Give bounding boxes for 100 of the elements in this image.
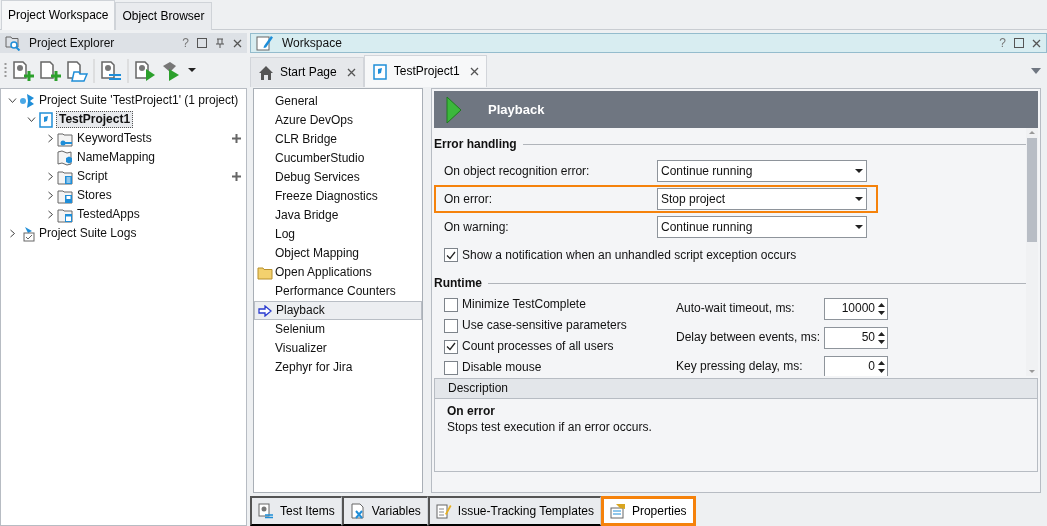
checkmark-icon [446,342,456,351]
checkbox[interactable] [444,297,458,312]
dropdown-field[interactable]: Stop project [657,188,867,210]
field-label: On object recognition error: [444,163,591,179]
checkbox-label: Show a notification when an unhandled script exception occurs [462,247,797,263]
help-button[interactable]: ? [182,35,189,51]
close-icon[interactable] [346,68,356,77]
tab-list-icon[interactable] [1031,68,1041,74]
tree-item[interactable]: TestedApps [75,207,142,222]
project-icon [371,63,388,80]
category-item[interactable]: Playback [254,301,422,320]
pin-icon[interactable] [215,38,225,48]
maximize-icon[interactable] [1014,38,1024,48]
new-project-icon[interactable] [12,59,34,82]
spin-arrows-icon[interactable] [878,331,885,344]
home-icon [258,64,274,81]
category-item[interactable]: Visualizer [254,339,422,358]
checkbox[interactable] [444,360,458,375]
section-title: Error handling [434,136,517,152]
properties-icon [609,503,626,519]
category-item[interactable]: Performance Counters [254,282,422,301]
field-label: Auto-wait timeout, ms: [676,301,796,316]
folder-window-icon [57,206,73,223]
panel-tab[interactable]: Object Browser [115,2,212,30]
selection-arrow-icon [258,304,272,317]
panel-title: Workspace [282,35,343,51]
category-item[interactable]: Freeze Diagnostics [254,187,422,206]
checkbox-label: Minimize TestComplete [462,297,586,312]
checkbox[interactable] [444,248,458,262]
close-icon[interactable] [469,67,479,76]
run-project-icon[interactable] [134,59,156,82]
spin-arrows-icon[interactable] [878,360,885,373]
checkbox[interactable] [444,318,458,333]
document-tab[interactable]: TestProject1 [363,55,487,87]
category-item[interactable]: Java Bridge [254,206,422,225]
tree-item[interactable]: Project Suite 'TestProject1' (1 project) [37,93,241,108]
template-pencil-icon [435,503,452,519]
tree-item[interactable]: Project Suite Logs [37,226,139,241]
field-label: On warning: [444,219,510,235]
caret-icon[interactable] [855,196,863,202]
caret-icon[interactable] [188,68,196,73]
new-document-icon[interactable] [39,59,61,82]
category-item[interactable]: Log [254,225,422,244]
panel-tab[interactable]: Variables [341,496,428,526]
explorer-search-icon [5,35,21,51]
variable-icon [349,503,366,519]
map-cube-icon [57,149,73,166]
category-item[interactable]: Zephyr for Jira [254,358,422,377]
field-label: Delay between events, ms: [676,330,822,345]
section-title: Runtime [434,275,482,291]
category-item[interactable]: Debug Services [254,168,422,187]
tree-item[interactable]: Stores [75,188,114,203]
maximize-icon[interactable] [197,38,207,48]
number-field[interactable]: 10000 [824,297,888,320]
toolbar-grip-icon [4,61,7,80]
checkmark-icon [446,250,456,260]
checkbox[interactable] [444,339,458,354]
panel-tab[interactable]: Issue-Tracking Templates [427,496,601,526]
dropdown-field[interactable]: Continue running [657,160,867,182]
checkbox-label: Count processes of all users [462,339,614,354]
add-icon[interactable] [232,172,241,181]
spin-arrows-icon[interactable] [878,302,885,315]
edit-window-icon [256,35,274,51]
category-item[interactable]: Azure DevOps [254,111,422,130]
folder-key-icon [57,130,73,147]
project-suite-icon [19,92,35,109]
panel-title: Description [448,381,509,396]
number-field[interactable]: 0 [824,355,888,376]
category-item[interactable]: Open Applications [254,263,422,282]
tree-item[interactable]: NameMapping [75,150,158,165]
panel-tab[interactable]: Test Items [250,496,342,526]
category-item[interactable]: CucumberStudio [254,149,422,168]
category-item[interactable]: Object Mapping [254,244,422,263]
close-icon[interactable] [1032,38,1041,48]
close-icon[interactable] [233,38,242,48]
field-label: Key pressing delay, ms: [676,359,804,374]
panel-tab[interactable]: Properties [600,496,696,526]
field-label: On error: [444,191,493,207]
number-field[interactable]: 50 [824,326,888,349]
category-item[interactable]: General [254,92,422,111]
tree-item[interactable]: KeywordTests [75,131,154,146]
category-item[interactable]: Selenium [254,320,422,339]
project-list-icon[interactable] [100,59,122,82]
test-items-icon [258,503,274,519]
checkbox-label: Use case-sensitive parameters [462,318,627,333]
tree-item[interactable]: Script [75,169,110,184]
open-folder-icon[interactable] [66,59,88,82]
caret-icon[interactable] [855,168,863,174]
help-button[interactable]: ? [999,35,1006,51]
play-icon [446,95,462,124]
dropdown-field[interactable]: Continue running [657,216,867,238]
description-title: On error [446,403,496,420]
category-item[interactable]: CLR Bridge [254,130,422,149]
caret-icon[interactable] [855,224,863,230]
add-icon[interactable] [232,134,241,143]
checkbox-label: Disable mouse [462,360,542,375]
description-text: Stops test execution if an error occurs. [446,420,653,435]
tree-item[interactable]: TestProject1 [56,111,134,128]
document-tab[interactable]: Start Page [250,57,364,87]
panel-tab[interactable]: Project Workspace [1,0,116,30]
